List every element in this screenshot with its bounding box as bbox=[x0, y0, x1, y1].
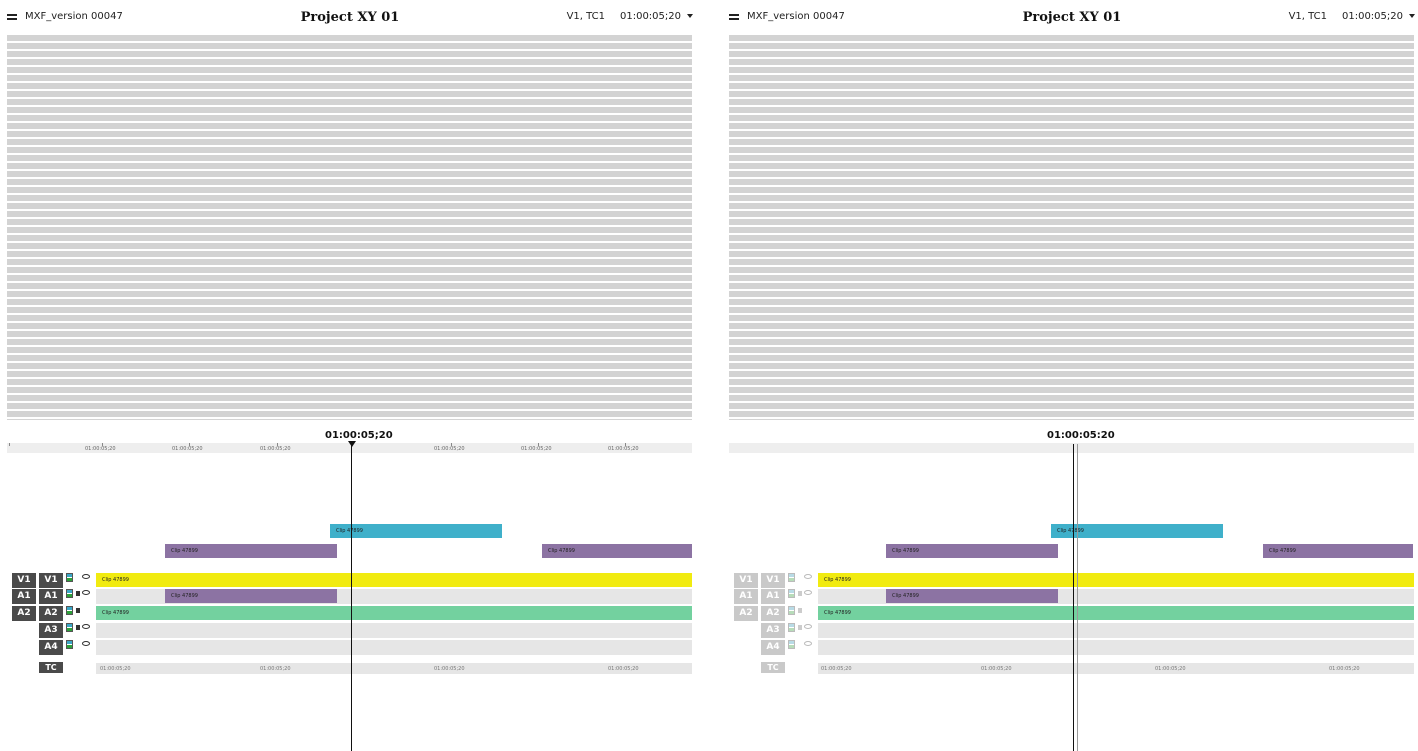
track-monitor-icon[interactable] bbox=[66, 606, 73, 615]
timecode-track[interactable]: TC bbox=[39, 662, 63, 673]
source-track-a1[interactable]: A1 bbox=[12, 589, 36, 604]
track-row-a3 bbox=[818, 623, 1414, 638]
ruler-tick bbox=[9, 443, 10, 446]
top-bar: MXF_version 00047 Project XY 01 V1, TC1 … bbox=[7, 0, 693, 34]
clip-a1[interactable]: Clip 47899 bbox=[165, 589, 337, 603]
track-row-a4 bbox=[96, 640, 692, 655]
timecode-ruler[interactable]: 01:00:05;20 01:00:05;20 01:00:05;20 01:0… bbox=[96, 663, 692, 674]
time-ruler[interactable] bbox=[729, 443, 1414, 453]
tc-ruler-label: 01:00:05;20 bbox=[260, 666, 291, 672]
clip-purple-left[interactable]: Clip 47899 bbox=[165, 544, 337, 558]
source-track-v1[interactable]: V1 bbox=[734, 573, 758, 588]
speaker-icon[interactable] bbox=[798, 591, 802, 596]
record-track-a3[interactable]: A3 bbox=[39, 623, 63, 638]
playhead-line[interactable] bbox=[351, 444, 352, 751]
record-track-a3[interactable]: A3 bbox=[761, 623, 785, 638]
record-track-v1[interactable]: V1 bbox=[761, 573, 785, 588]
playhead-secondary-line bbox=[1077, 444, 1078, 751]
eye-icon[interactable] bbox=[82, 590, 90, 595]
playhead-marker-icon[interactable] bbox=[348, 441, 356, 447]
track-info: V1, TC1 bbox=[566, 11, 605, 22]
timecode-value: 01:00:05;20 bbox=[619, 11, 681, 22]
ruler-label: 01:00:05;20 bbox=[260, 446, 291, 452]
speaker-icon[interactable] bbox=[76, 591, 80, 596]
ruler-label: 01:00:05;20 bbox=[521, 446, 552, 452]
track-area: V1 V1 Clip 47899 A1 A1 Clip 47899 A2 A2 … bbox=[729, 571, 1415, 676]
playhead-timecode: 01:00:05;20 bbox=[325, 430, 393, 441]
ruler-label: 01:00:05;20 bbox=[85, 446, 116, 452]
viewer-area bbox=[7, 35, 692, 420]
clip-purple-right[interactable]: Clip 47899 bbox=[1263, 544, 1413, 558]
eye-icon[interactable] bbox=[804, 590, 812, 595]
timecode-track[interactable]: TC bbox=[761, 662, 785, 673]
eye-icon[interactable] bbox=[804, 574, 812, 579]
tc-ruler-label: 01:00:05;20 bbox=[100, 666, 131, 672]
track-monitor-icon[interactable] bbox=[66, 623, 73, 632]
timecode-ruler[interactable]: 01:00:05;20 01:00:05;20 01:00:05;20 01:0… bbox=[818, 663, 1414, 674]
source-track-a2[interactable]: A2 bbox=[12, 606, 36, 621]
source-track-a1[interactable]: A1 bbox=[734, 589, 758, 604]
record-track-a2[interactable]: A2 bbox=[39, 606, 63, 621]
track-row-a4 bbox=[818, 640, 1414, 655]
tc-ruler-label: 01:00:05;20 bbox=[434, 666, 465, 672]
eye-icon[interactable] bbox=[82, 641, 90, 646]
clip-v1[interactable]: Clip 47899 bbox=[96, 573, 692, 587]
clip-purple-left[interactable]: Clip 47899 bbox=[886, 544, 1058, 558]
track-monitor-icon[interactable] bbox=[66, 589, 73, 598]
record-track-a4[interactable]: A4 bbox=[39, 640, 63, 655]
track-row-a3 bbox=[96, 623, 692, 638]
record-track-a1[interactable]: A1 bbox=[761, 589, 785, 604]
timecode-dropdown[interactable]: 01:00:05;20 bbox=[1342, 11, 1415, 22]
tc-ruler-label: 01:00:05;20 bbox=[608, 666, 639, 672]
speaker-icon[interactable] bbox=[76, 608, 80, 613]
ruler-label: 01:00:05;20 bbox=[434, 446, 465, 452]
top-bar: MXF_version 00047 Project XY 01 V1, TC1 … bbox=[729, 0, 1415, 34]
eye-icon[interactable] bbox=[82, 574, 90, 579]
track-monitor-icon[interactable] bbox=[66, 640, 73, 649]
track-monitor-icon[interactable] bbox=[788, 640, 795, 649]
track-area: V1 V1 Clip 47899 A1 A1 Clip 47899 A2 A2 … bbox=[7, 571, 693, 676]
speaker-icon[interactable] bbox=[798, 625, 802, 630]
tc-ruler-label: 01:00:05;20 bbox=[1155, 666, 1186, 672]
track-monitor-icon[interactable] bbox=[66, 573, 73, 582]
eye-icon[interactable] bbox=[82, 624, 90, 629]
clip-a1[interactable]: Clip 47899 bbox=[886, 589, 1058, 603]
tc-ruler-label: 01:00:05;20 bbox=[1329, 666, 1360, 672]
chevron-down-icon bbox=[687, 14, 693, 18]
timecode-value: 01:00:05;20 bbox=[1341, 11, 1403, 22]
record-track-v1[interactable]: V1 bbox=[39, 573, 63, 588]
tc-ruler-label: 01:00:05;20 bbox=[821, 666, 852, 672]
playhead-line[interactable] bbox=[1073, 444, 1074, 751]
track-monitor-icon[interactable] bbox=[788, 573, 795, 582]
track-monitor-icon[interactable] bbox=[788, 623, 795, 632]
track-monitor-icon[interactable] bbox=[788, 606, 795, 615]
timeline-panel-left: MXF_version 00047 Project XY 01 V1, TC1 … bbox=[7, 0, 693, 751]
record-track-a1[interactable]: A1 bbox=[39, 589, 63, 604]
clip-purple-right[interactable]: Clip 47899 bbox=[542, 544, 692, 558]
timeline-panel-right: MXF_version 00047 Project XY 01 V1, TC1 … bbox=[729, 0, 1415, 751]
clip-a2[interactable]: Clip 47899 bbox=[96, 606, 692, 620]
eye-icon[interactable] bbox=[804, 641, 812, 646]
playhead-timecode: 01:00:05:20 bbox=[1047, 430, 1115, 441]
clip-a2[interactable]: Clip 47899 bbox=[818, 606, 1414, 620]
viewer-area bbox=[729, 35, 1414, 420]
speaker-icon[interactable] bbox=[798, 608, 802, 613]
ruler-label: 01:00:05;20 bbox=[172, 446, 203, 452]
tc-ruler-label: 01:00:05;20 bbox=[981, 666, 1012, 672]
track-info: V1, TC1 bbox=[1288, 11, 1327, 22]
track-monitor-icon[interactable] bbox=[788, 589, 795, 598]
record-track-a2[interactable]: A2 bbox=[761, 606, 785, 621]
chevron-down-icon bbox=[1409, 14, 1415, 18]
clip-v1[interactable]: Clip 47899 bbox=[818, 573, 1414, 587]
ruler-label: 01:00:05;20 bbox=[608, 446, 639, 452]
record-track-a4[interactable]: A4 bbox=[761, 640, 785, 655]
source-track-v1[interactable]: V1 bbox=[12, 573, 36, 588]
timecode-dropdown[interactable]: 01:00:05;20 bbox=[620, 11, 693, 22]
source-track-a2[interactable]: A2 bbox=[734, 606, 758, 621]
speaker-icon[interactable] bbox=[76, 625, 80, 630]
clip-cyan[interactable]: Clip 47899 bbox=[330, 524, 502, 538]
eye-icon[interactable] bbox=[804, 624, 812, 629]
